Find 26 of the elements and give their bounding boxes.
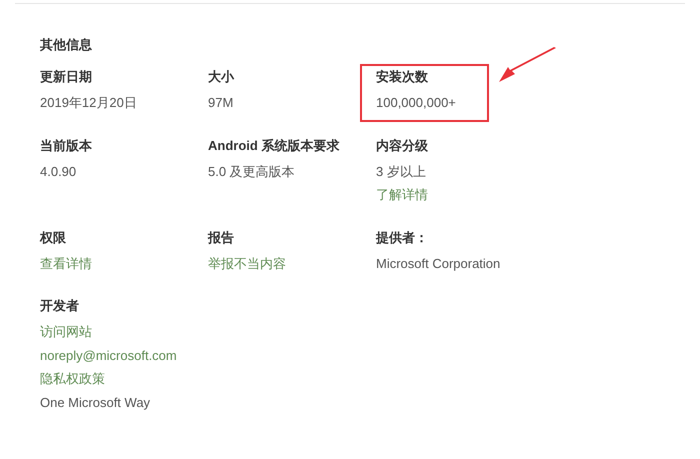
info-value: One Microsoft Way	[40, 394, 150, 412]
info-label: 当前版本	[40, 136, 92, 154]
info-link[interactable]: 查看详情	[40, 252, 92, 275]
info-label: 更新日期	[40, 68, 92, 86]
info-label: 报告	[208, 228, 234, 246]
info-value: 4.0.90	[40, 162, 76, 180]
info-link[interactable]: 隐私权政策	[40, 367, 105, 390]
info-value: 100,000,000+	[376, 94, 456, 112]
info-label: Android 系统版本要求	[208, 136, 340, 154]
info-link[interactable]: noreply@microsoft.com	[40, 344, 177, 367]
info-value: 5.0 及更高版本	[208, 162, 295, 180]
info-label: 提供者：	[376, 228, 428, 246]
info-link[interactable]: 访问网站	[40, 320, 92, 344]
section-heading: 其他信息	[40, 36, 92, 54]
info-value: 2019年12月20日	[40, 94, 137, 112]
info-label: 大小	[208, 68, 234, 86]
info-value: 97M	[208, 94, 234, 112]
pointer-arrow-icon	[498, 47, 558, 85]
info-label: 权限	[40, 228, 66, 246]
info-label: 安装次数	[376, 68, 428, 86]
info-link[interactable]: 举报不当内容	[208, 252, 286, 275]
info-label: 内容分级	[376, 136, 428, 154]
info-value: Microsoft Corporation	[376, 254, 500, 273]
info-value: 3 岁以上	[376, 162, 426, 180]
info-label: 开发者	[40, 297, 79, 315]
info-link[interactable]: 了解详情	[376, 183, 428, 206]
